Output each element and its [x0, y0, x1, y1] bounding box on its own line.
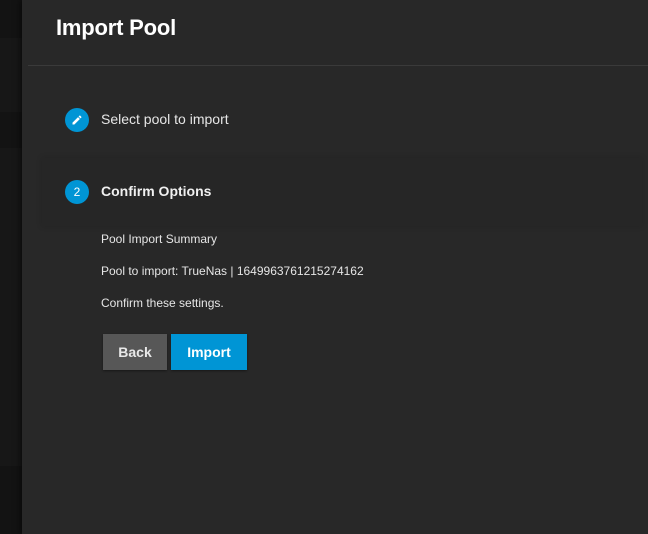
back-button[interactable]: Back [103, 334, 167, 370]
dialog-header: Import Pool [28, 0, 648, 66]
page: Import Pool Select pool to import 2 Conf… [0, 0, 648, 534]
step-select-pool[interactable]: Select pool to import [42, 89, 642, 151]
pencil-icon [65, 108, 89, 132]
confirm-settings-text: Confirm these settings. [101, 296, 224, 310]
pool-to-import-text: Pool to import: TrueNas | 16499637612152… [101, 264, 364, 278]
step-label-confirm-options: Confirm Options [101, 183, 212, 199]
import-button[interactable]: Import [171, 334, 247, 370]
step-number-badge: 2 [65, 180, 89, 204]
step-confirm-options[interactable]: 2 Confirm Options [42, 158, 642, 226]
step-label-select-pool: Select pool to import [101, 111, 229, 127]
import-pool-dialog: Import Pool Select pool to import 2 Conf… [22, 0, 648, 534]
background-app-sidebar [0, 0, 22, 534]
summary-title: Pool Import Summary [101, 232, 218, 246]
dialog-title: Import Pool [56, 15, 177, 40]
